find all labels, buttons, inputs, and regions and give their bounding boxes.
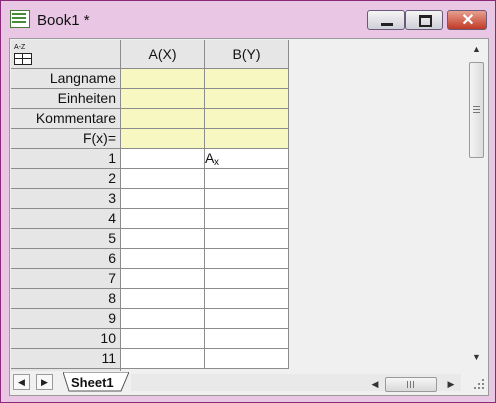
close-icon: ✕ — [461, 12, 475, 29]
data-cell[interactable] — [205, 189, 289, 209]
data-cell[interactable] — [121, 249, 205, 269]
horizontal-scroll-thumb[interactable] — [385, 377, 437, 392]
horizontal-scrollbar[interactable]: ◀ ▶ — [131, 374, 461, 392]
row-header[interactable]: 8 — [11, 289, 121, 309]
data-cell[interactable] — [205, 309, 289, 329]
sheet-tab-sheet1[interactable]: Sheet1 — [63, 372, 129, 392]
scroll-up-icon[interactable]: ▲ — [467, 40, 486, 58]
row-header[interactable]: 5 — [11, 229, 121, 249]
scroll-down-icon[interactable]: ▼ — [467, 348, 486, 366]
data-cell[interactable] — [205, 329, 289, 349]
data-cell[interactable] — [121, 229, 205, 249]
data-cell[interactable] — [205, 349, 289, 369]
data-cell[interactable] — [121, 169, 205, 189]
column-sort-icon: A-Z — [14, 42, 32, 65]
scroll-left-icon[interactable]: ◀ — [367, 376, 383, 392]
column-header-b[interactable]: B(Y) — [205, 40, 289, 69]
row-header[interactable]: 9 — [11, 309, 121, 329]
resize-grip-icon[interactable] — [471, 376, 485, 390]
close-button[interactable]: ✕ — [447, 10, 487, 30]
row-header-langname[interactable]: Langname — [11, 69, 121, 89]
grid-corner[interactable]: A-Z — [11, 40, 121, 69]
data-cell[interactable] — [121, 269, 205, 289]
sheet-tab-label: Sheet1 — [71, 375, 114, 390]
maximize-icon — [419, 15, 432, 27]
label-cell[interactable] — [205, 69, 289, 89]
next-sheet-button[interactable]: ▶ — [36, 374, 53, 390]
row-header[interactable]: 11 — [11, 349, 121, 369]
worksheet-book-icon[interactable] — [10, 10, 30, 28]
vertical-scroll-thumb[interactable] — [469, 62, 484, 158]
title-bar[interactable]: Book1 * ✕ — [1, 1, 495, 31]
column-header-a[interactable]: A(X) — [121, 40, 205, 69]
workbook-window: Book1 * ✕ A-Z A(X) B(Y) Langname Einheit… — [0, 0, 496, 403]
row-header[interactable]: 1 — [11, 149, 121, 169]
label-cell[interactable] — [205, 89, 289, 109]
data-cell[interactable] — [205, 209, 289, 229]
data-cell[interactable] — [121, 349, 205, 369]
data-cell[interactable] — [121, 149, 205, 169]
row-header[interactable]: 3 — [11, 189, 121, 209]
data-cell[interactable] — [121, 329, 205, 349]
minimize-icon — [381, 23, 393, 26]
data-cell[interactable] — [121, 309, 205, 329]
row-header[interactable]: 6 — [11, 249, 121, 269]
data-cell[interactable] — [121, 209, 205, 229]
data-cell[interactable] — [205, 169, 289, 189]
label-cell[interactable] — [121, 89, 205, 109]
row-header[interactable]: 7 — [11, 269, 121, 289]
worksheet-client: A-Z A(X) B(Y) Langname Einheiten Komment… — [9, 38, 489, 396]
data-cell[interactable] — [121, 189, 205, 209]
row-header[interactable] — [11, 369, 121, 371]
row-header[interactable]: 2 — [11, 169, 121, 189]
data-cell[interactable] — [205, 249, 289, 269]
minimize-button[interactable] — [367, 10, 405, 30]
row-header-fx[interactable]: F(x)= — [11, 129, 121, 149]
label-cell[interactable] — [205, 129, 289, 149]
cursor-cell-subscript: x — [214, 157, 219, 168]
row-header[interactable]: 10 — [11, 329, 121, 349]
data-cell[interactable] — [121, 289, 205, 309]
label-cell[interactable] — [121, 109, 205, 129]
prev-sheet-button[interactable]: ◀ — [13, 374, 30, 390]
worksheet-grid: A-Z A(X) B(Y) Langname Einheiten Komment… — [11, 40, 467, 371]
vertical-scrollbar[interactable]: ▲ ▼ — [467, 40, 486, 371]
cursor-cell-text: A — [205, 150, 215, 166]
window-title: Book1 * — [37, 12, 90, 29]
scroll-right-icon[interactable]: ▶ — [443, 376, 459, 392]
sheet-tab-bar: ◀ ▶ Sheet1 ◀ ▶ — [11, 372, 487, 393]
data-cell[interactable] — [205, 229, 289, 249]
label-cell[interactable] — [121, 69, 205, 89]
row-header-kommentare[interactable]: Kommentare — [11, 109, 121, 129]
maximize-button[interactable] — [405, 10, 443, 30]
data-cell[interactable] — [205, 289, 289, 309]
row-header[interactable]: 4 — [11, 209, 121, 229]
data-cell[interactable]: A x — [205, 149, 289, 169]
label-cell[interactable] — [205, 109, 289, 129]
row-header-einheiten[interactable]: Einheiten — [11, 89, 121, 109]
data-cell[interactable] — [205, 269, 289, 289]
label-cell[interactable] — [121, 129, 205, 149]
